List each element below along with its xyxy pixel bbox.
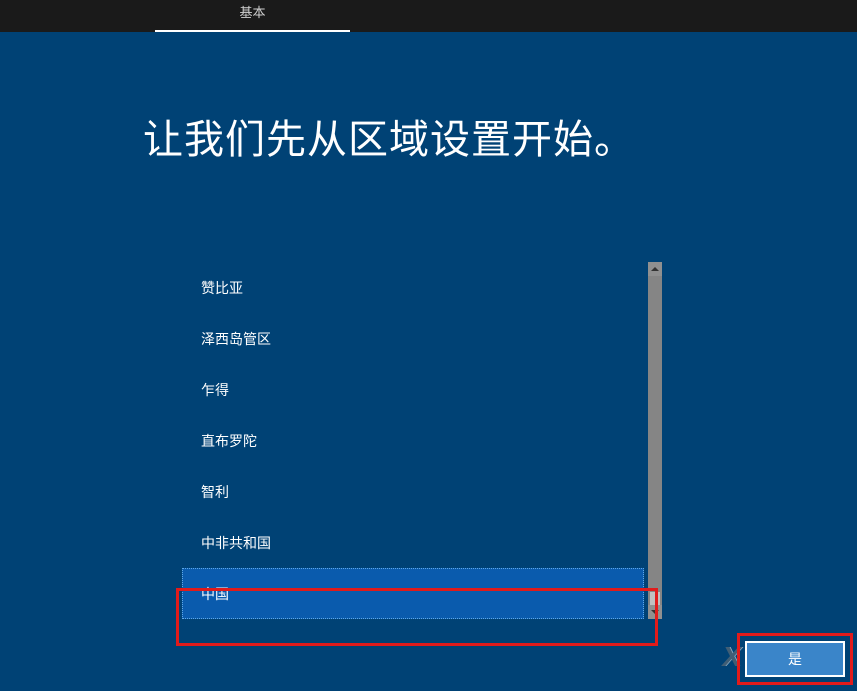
chevron-down-icon xyxy=(651,610,659,614)
titlebar: 基本 xyxy=(0,0,857,32)
list-item[interactable]: 乍得 xyxy=(182,364,660,415)
list-item-label: 赞比亚 xyxy=(201,280,243,296)
list-item-label: 中国 xyxy=(201,586,229,602)
list-item-label: 乍得 xyxy=(201,382,229,398)
chevron-up-icon xyxy=(651,267,659,271)
tab-label: 基本 xyxy=(239,2,265,21)
list-item[interactable]: 直布罗陀 xyxy=(182,415,660,466)
region-list: 赞比亚 泽西岛管区 乍得 直布罗陀 智利 中非共和国 中国 xyxy=(182,262,660,619)
list-item-label: 泽西岛管区 xyxy=(201,331,271,347)
list-item-label: 直布罗陀 xyxy=(201,433,257,449)
list-item-selected[interactable]: 中国 xyxy=(182,568,644,619)
list-item[interactable]: 智利 xyxy=(182,466,660,517)
list-item-label: 中非共和国 xyxy=(201,535,271,551)
main-content: 让我们先从区域设置开始。 赞比亚 泽西岛管区 乍得 直布罗陀 智利 中非共和国 … xyxy=(0,32,857,691)
list-item[interactable]: 赞比亚 xyxy=(182,262,660,313)
scroll-up-button[interactable] xyxy=(648,262,662,276)
watermark-logo: X xyxy=(722,641,741,673)
scrollbar[interactable] xyxy=(648,262,662,619)
list-item-label: 智利 xyxy=(201,484,229,500)
list-item[interactable]: 中非共和国 xyxy=(182,517,660,568)
list-item[interactable]: 泽西岛管区 xyxy=(182,313,660,364)
scroll-down-button[interactable] xyxy=(648,605,662,619)
page-title: 让我们先从区域设置开始。 xyxy=(143,107,857,165)
confirm-button[interactable]: 是 xyxy=(745,641,845,677)
tab-basic[interactable]: 基本 xyxy=(155,0,350,32)
confirm-button-label: 是 xyxy=(788,649,802,669)
